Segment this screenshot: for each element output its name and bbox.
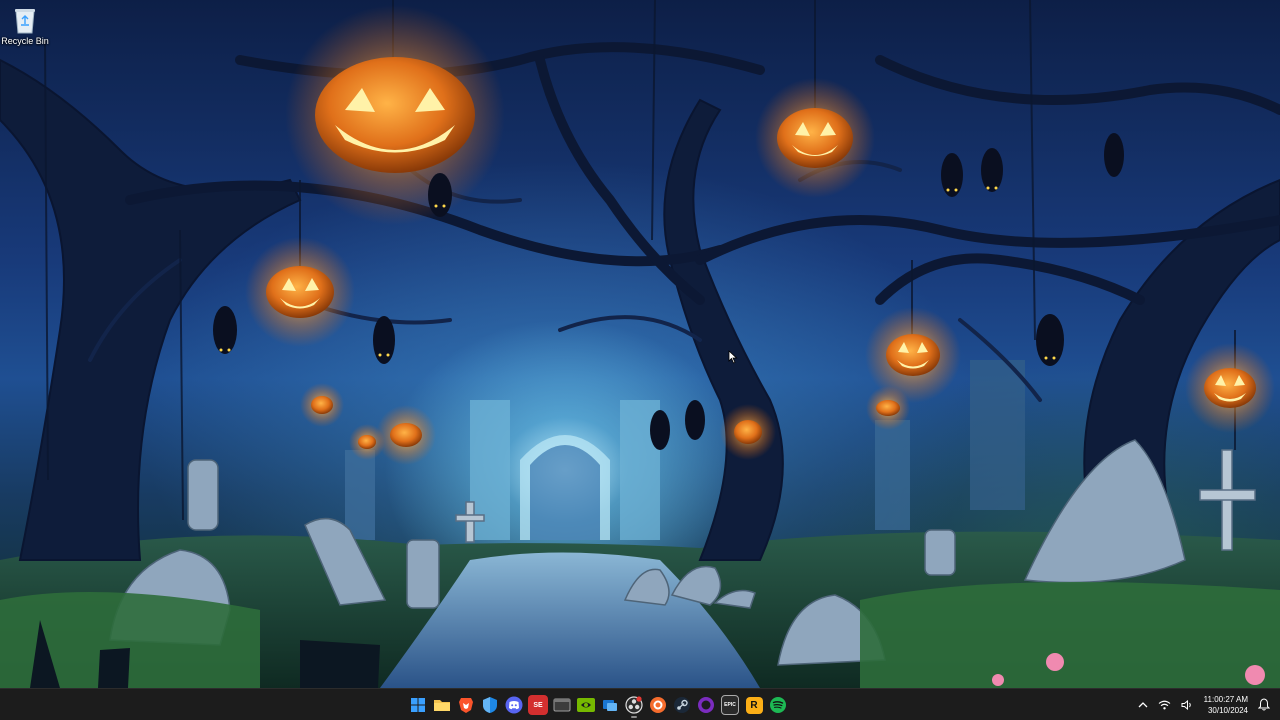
taskbar-windows-security[interactable]	[480, 692, 500, 718]
origin-icon	[650, 697, 666, 713]
discord-icon	[505, 696, 523, 714]
taskbar-brave[interactable]	[456, 692, 476, 718]
speaker-icon[interactable]	[1179, 697, 1195, 713]
steam-icon	[674, 697, 690, 713]
clock-date: 30/10/2024	[1207, 705, 1248, 715]
wifi-icon[interactable]	[1157, 697, 1173, 713]
se-app-icon: SE	[528, 695, 548, 715]
shield-icon	[483, 697, 497, 713]
desktop-icon-recycle-bin[interactable]: Recycle Bin	[1, 4, 49, 50]
recycle-bin-label: Recycle Bin	[1, 36, 49, 46]
chevron-up-icon[interactable]	[1135, 697, 1151, 713]
taskbar-clock[interactable]: 11:00:27 AM 30/10/2024	[1204, 694, 1248, 716]
taskbar-epic-games[interactable]: EPIC	[720, 692, 740, 718]
taskbar-obs[interactable]	[624, 692, 644, 718]
taskbar-discord[interactable]	[504, 692, 524, 718]
recycle-bin-icon	[13, 6, 37, 34]
clock-time: 11:00:27 AM	[1203, 694, 1248, 704]
mouse-cursor-icon	[728, 350, 738, 364]
windows-start-icon	[411, 698, 425, 712]
taskbar-app-circle[interactable]	[696, 692, 716, 718]
remote-app-icon	[603, 700, 617, 711]
desktop-wallpaper	[0, 0, 1280, 688]
taskbar-start-button[interactable]	[408, 692, 428, 718]
taskbar-nvidia[interactable]	[576, 692, 596, 718]
obs-icon	[625, 696, 643, 714]
nvidia-icon	[577, 698, 595, 712]
folder-icon	[434, 700, 450, 711]
taskbar-steam[interactable]	[672, 692, 692, 718]
taskbar-rockstar[interactable]: R	[744, 692, 764, 718]
taskbar-app-se[interactable]: SE	[528, 692, 548, 718]
taskbar-apps: SE EPIC R	[408, 692, 788, 718]
system-tray: 11:00:27 AM 30/10/2024	[1132, 689, 1280, 720]
taskbar-app-remote[interactable]	[600, 692, 620, 718]
window-app-icon	[553, 698, 571, 712]
circle-app-icon	[698, 697, 714, 713]
taskbar-app-window[interactable]	[552, 692, 572, 718]
rockstar-icon: R	[745, 696, 763, 714]
bell-icon[interactable]	[1256, 697, 1272, 713]
pumpkin-lantern-large	[285, 5, 505, 225]
brave-lion-icon	[459, 698, 473, 713]
taskbar-origin[interactable]	[648, 692, 668, 718]
taskbar-spotify[interactable]	[768, 692, 788, 718]
taskbar: SE EPIC R 11:00:27 AM 30/10/2024	[0, 688, 1280, 720]
halloween-forest-illustration	[0, 0, 1280, 688]
taskbar-file-explorer[interactable]	[432, 692, 452, 718]
epic-games-icon: EPIC	[721, 695, 739, 715]
spotify-icon	[770, 697, 786, 713]
